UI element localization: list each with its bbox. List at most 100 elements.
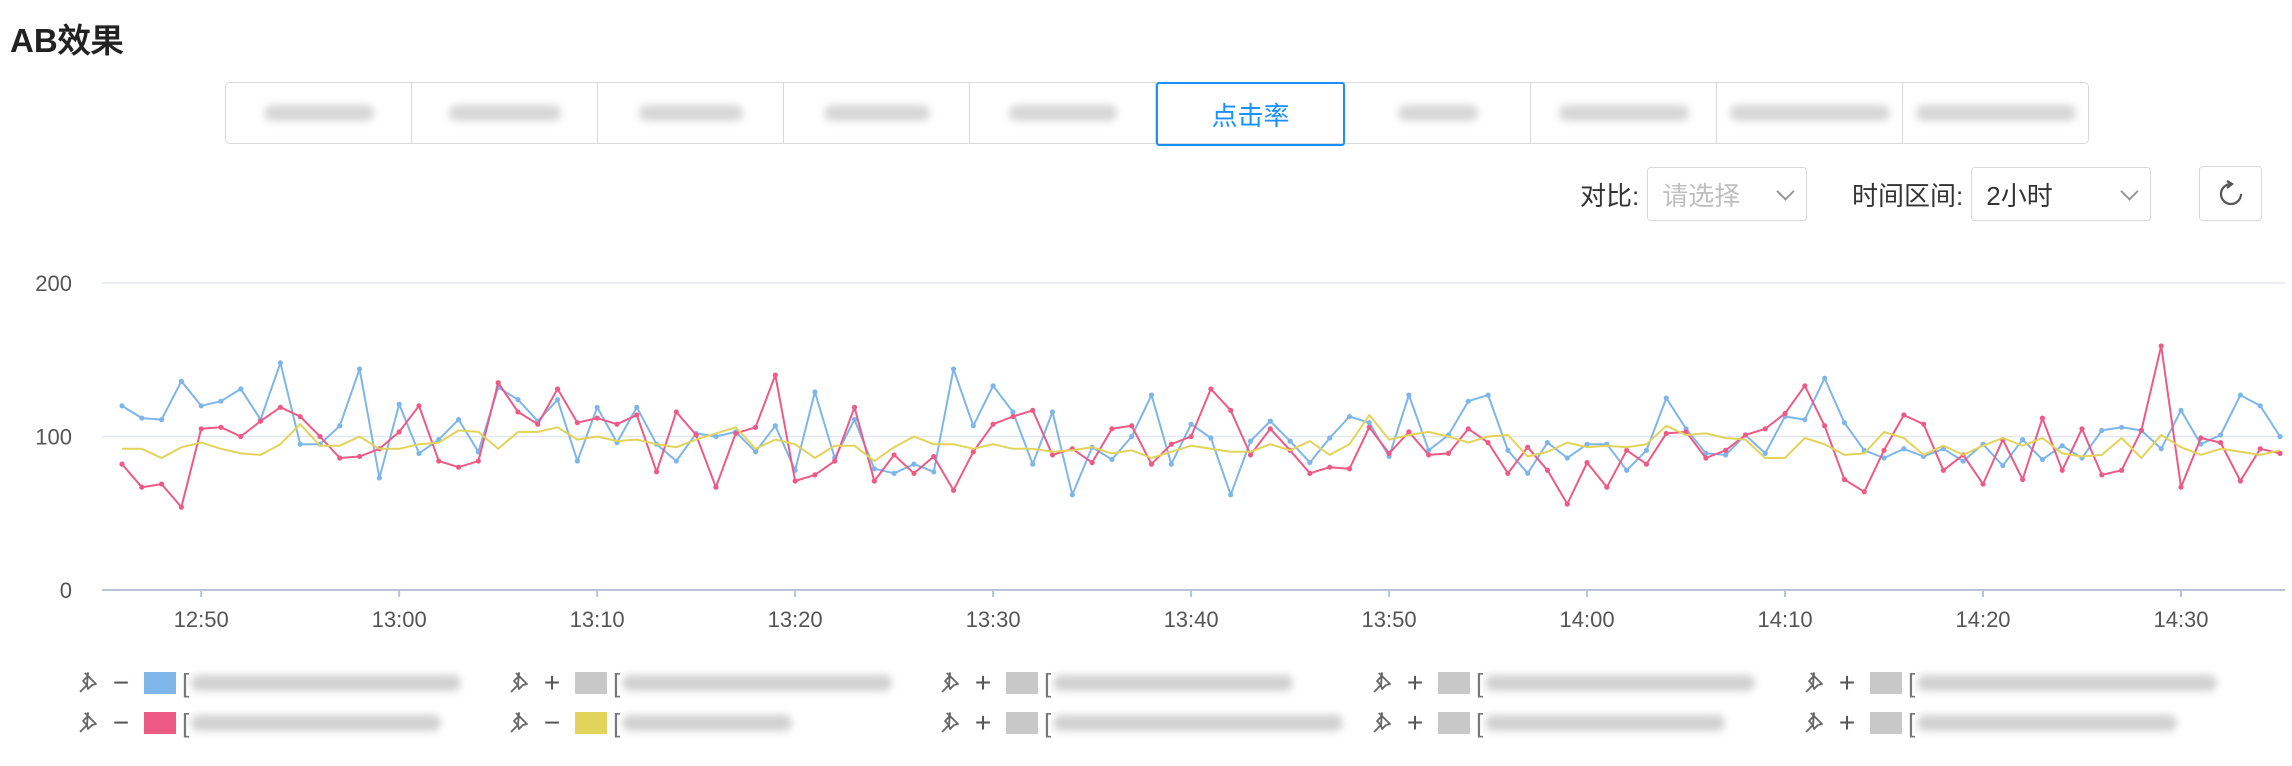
legend-item[interactable]: +[ xyxy=(1802,705,2178,741)
pin-icon[interactable] xyxy=(76,670,102,696)
legend-toggle[interactable]: + xyxy=(1836,667,1858,699)
legend-toggle[interactable]: − xyxy=(110,707,132,739)
legend-toggle[interactable]: − xyxy=(541,707,563,739)
tab-10[interactable] xyxy=(1903,83,2088,143)
tab-7[interactable] xyxy=(1345,83,1531,143)
data-point xyxy=(1148,461,1155,467)
data-point xyxy=(733,430,739,437)
data-point xyxy=(634,404,640,410)
x-tick-label: 12:50 xyxy=(174,607,229,630)
data-point xyxy=(1782,410,1788,417)
data-point xyxy=(950,366,957,372)
y-tick-label: 200 xyxy=(35,271,72,296)
data-point xyxy=(139,415,145,421)
legend-toggle[interactable]: + xyxy=(1836,707,1858,739)
legend-swatch xyxy=(575,672,607,694)
tab-1[interactable] xyxy=(226,83,412,143)
data-point xyxy=(554,386,561,392)
data-point xyxy=(2257,446,2263,452)
legend-bracket: [ xyxy=(613,667,621,698)
pin-icon[interactable] xyxy=(938,710,964,736)
data-point xyxy=(1228,407,1234,414)
data-point xyxy=(1327,464,1333,470)
tab-4[interactable] xyxy=(784,83,970,143)
pin-icon[interactable] xyxy=(1370,670,1396,696)
data-point xyxy=(1544,467,1551,473)
data-point xyxy=(851,404,858,410)
data-point xyxy=(1267,426,1273,432)
data-point xyxy=(376,475,382,481)
data-point xyxy=(416,403,422,409)
tab-5[interactable] xyxy=(970,83,1156,143)
chevron-down-icon xyxy=(1776,181,1795,201)
tab-8[interactable] xyxy=(1531,83,1717,143)
data-point xyxy=(218,398,224,404)
data-point xyxy=(1822,423,1828,429)
data-point xyxy=(1624,447,1630,453)
legend-bracket: [ xyxy=(1908,667,1916,698)
legend-item[interactable]: +[ xyxy=(1802,665,2218,701)
data-point xyxy=(495,380,501,386)
tab-3[interactable] xyxy=(598,83,784,143)
data-point xyxy=(455,417,462,423)
data-point xyxy=(1465,426,1471,432)
legend-item[interactable]: −[ xyxy=(507,705,793,741)
data-point xyxy=(792,478,798,484)
tab-9[interactable] xyxy=(1717,83,1903,143)
legend-item[interactable]: +[ xyxy=(1370,705,1726,741)
data-point xyxy=(1030,461,1036,467)
legend-label-redacted xyxy=(1485,675,1756,691)
data-point xyxy=(1505,447,1511,453)
data-point xyxy=(634,412,640,418)
legend-toggle[interactable]: − xyxy=(110,667,132,699)
data-point xyxy=(614,421,620,427)
data-point xyxy=(1901,446,1907,452)
data-point xyxy=(2059,467,2065,473)
data-point xyxy=(1426,452,1432,458)
legend-toggle[interactable]: + xyxy=(972,707,994,739)
legend-toggle[interactable]: + xyxy=(1404,667,1426,699)
data-point xyxy=(455,464,462,470)
tab-2[interactable] xyxy=(412,83,598,143)
pin-icon[interactable] xyxy=(76,710,102,736)
legend-item[interactable]: −[ xyxy=(76,705,442,741)
pin-icon[interactable] xyxy=(938,670,964,696)
legend-item[interactable]: +[ xyxy=(938,705,1344,741)
data-point xyxy=(1049,452,1056,458)
pin-icon[interactable] xyxy=(1370,710,1396,736)
y-tick-label: 0 xyxy=(60,578,72,603)
legend-toggle[interactable]: + xyxy=(541,667,563,699)
data-point xyxy=(2059,443,2065,449)
data-point xyxy=(574,458,580,464)
legend-toggle[interactable]: + xyxy=(1404,707,1426,739)
refresh-button[interactable] xyxy=(2199,166,2262,221)
compare-select[interactable]: 请选择 xyxy=(1647,167,1808,221)
data-point xyxy=(1643,461,1650,467)
data-point xyxy=(1069,492,1075,498)
data-point xyxy=(1406,392,1412,398)
legend-bracket: [ xyxy=(1476,667,1484,698)
data-point xyxy=(356,453,363,460)
pin-icon[interactable] xyxy=(1802,710,1828,736)
data-point xyxy=(1366,424,1372,430)
legend-bracket: [ xyxy=(1908,707,1916,738)
legend-item[interactable]: +[ xyxy=(1370,665,1756,701)
legend-item[interactable]: −[ xyxy=(76,665,462,701)
pin-icon[interactable] xyxy=(507,710,533,736)
legend-item[interactable]: +[ xyxy=(507,665,893,701)
pin-icon[interactable] xyxy=(1802,670,1828,696)
legend-toggle[interactable]: + xyxy=(972,667,994,699)
x-tick-label: 14:30 xyxy=(2153,607,2208,630)
data-point xyxy=(1346,466,1353,472)
data-point xyxy=(832,458,838,464)
x-tick-label: 14:20 xyxy=(1955,607,2010,630)
pin-icon[interactable] xyxy=(507,670,533,696)
time-range-select[interactable]: 2小时 xyxy=(1971,167,2152,221)
legend-item[interactable]: +[ xyxy=(938,665,1294,701)
data-point xyxy=(238,386,244,392)
data-point xyxy=(2237,478,2244,484)
data-point xyxy=(970,423,976,429)
legend-swatch xyxy=(575,712,607,734)
data-point xyxy=(2158,343,2164,349)
tab-6[interactable]: 点击率 xyxy=(1156,82,1345,146)
